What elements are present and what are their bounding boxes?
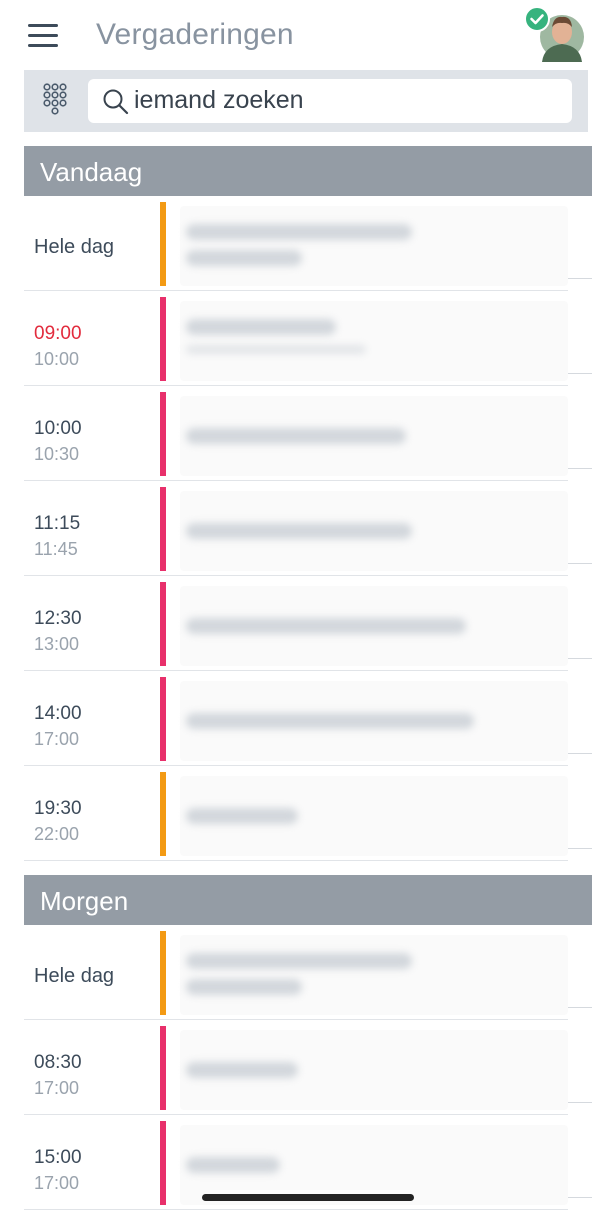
search-input[interactable]: iemand zoeken [88, 79, 572, 123]
dialpad-icon[interactable] [38, 80, 78, 124]
section-label: Morgen [40, 886, 129, 916]
event-color-bar [160, 772, 166, 856]
blurred-event-text [186, 618, 466, 634]
event-start-time: 15:00 [34, 1147, 82, 1168]
search-icon [103, 89, 129, 115]
blurred-event-text [186, 250, 302, 266]
blurred-event-text [186, 319, 336, 335]
blurred-event-text [186, 1062, 298, 1078]
row-divider-edge [568, 1197, 592, 1198]
event-end-time: 17:00 [34, 1078, 80, 1098]
row-divider-edge [568, 753, 592, 754]
blurred-event-text [186, 345, 366, 354]
event-start-time: 14:00 [34, 703, 82, 724]
row-divider-edge [568, 373, 592, 374]
event-end-time: 10:00 [34, 349, 80, 369]
event-card-blurred[interactable] [180, 935, 568, 1015]
event-card-blurred[interactable] [180, 396, 568, 476]
event-row[interactable]: 10:00 10:30 [24, 386, 592, 481]
row-divider-edge [568, 563, 592, 564]
event-start-time: 11:15 [34, 513, 81, 534]
blurred-event-text [186, 523, 412, 539]
event-start-time: 12:30 [34, 608, 82, 629]
event-card-blurred[interactable] [180, 776, 568, 856]
event-start-time: 19:30 [34, 798, 82, 819]
event-start-time: 08:30 [34, 1052, 82, 1073]
all-day-label: Hele dag [34, 236, 115, 258]
event-color-bar [160, 677, 166, 761]
blurred-event-text [186, 224, 412, 240]
event-card-blurred[interactable] [180, 301, 568, 381]
row-divider-edge [568, 468, 592, 469]
event-color-bar [160, 1026, 166, 1110]
event-row[interactable]: 14:00 17:00 [24, 671, 592, 766]
event-card-blurred[interactable] [180, 1030, 568, 1110]
section-header: Vandaag [24, 146, 592, 196]
event-color-bar [160, 202, 166, 286]
blurred-event-text [186, 953, 412, 969]
event-color-bar [160, 297, 166, 381]
row-divider-edge [568, 658, 592, 659]
online-status-icon [524, 6, 550, 32]
row-divider-edge [568, 848, 592, 849]
event-end-time: 13:00 [34, 634, 80, 654]
event-start-time: 09:00 [34, 323, 82, 344]
event-card-blurred[interactable] [180, 491, 568, 571]
event-color-bar [160, 931, 166, 1015]
row-divider-edge [568, 278, 592, 279]
hamburger-menu-icon[interactable] [28, 24, 58, 48]
event-card-blurred[interactable] [180, 206, 568, 286]
event-card-blurred[interactable] [180, 681, 568, 761]
all-day-label: Hele dag [34, 965, 115, 987]
event-end-time: 11:45 [34, 539, 78, 559]
event-end-time: 22:00 [34, 824, 80, 844]
event-color-bar [160, 392, 166, 476]
event-color-bar [160, 487, 166, 571]
event-card-blurred[interactable] [180, 1125, 568, 1205]
event-row[interactable]: 11:15 11:45 [24, 481, 592, 576]
row-divider-edge [568, 1007, 592, 1008]
event-row[interactable]: Hele dag [24, 925, 592, 1020]
search-placeholder: iemand zoeken [134, 86, 304, 114]
event-color-bar [160, 1121, 166, 1205]
blurred-event-text [186, 713, 474, 729]
event-row[interactable]: 09:00 10:00 [24, 291, 592, 386]
section-header: Morgen [24, 875, 592, 925]
event-end-time: 17:00 [34, 1173, 80, 1193]
blurred-event-text [186, 979, 302, 995]
app-header: Vergaderingen [0, 0, 592, 70]
blurred-event-text [186, 428, 406, 444]
home-indicator [202, 1194, 414, 1201]
blurred-event-text [186, 1157, 280, 1173]
row-divider-edge [568, 1102, 592, 1103]
event-color-bar [160, 582, 166, 666]
search-bar: iemand zoeken [24, 70, 588, 132]
event-end-time: 17:00 [34, 729, 80, 749]
event-row[interactable]: 08:30 17:00 [24, 1020, 592, 1115]
event-row[interactable]: Hele dag [24, 196, 592, 291]
blurred-event-text [186, 808, 298, 824]
section-label: Vandaag [40, 157, 143, 187]
event-row[interactable]: 19:30 22:00 [24, 766, 592, 861]
event-start-time: 10:00 [34, 418, 82, 439]
event-card-blurred[interactable] [180, 586, 568, 666]
event-end-time: 10:30 [34, 444, 80, 464]
row-divider [24, 860, 568, 861]
page-title: Vergaderingen [96, 18, 294, 51]
event-row[interactable]: 12:30 13:00 [24, 576, 592, 671]
